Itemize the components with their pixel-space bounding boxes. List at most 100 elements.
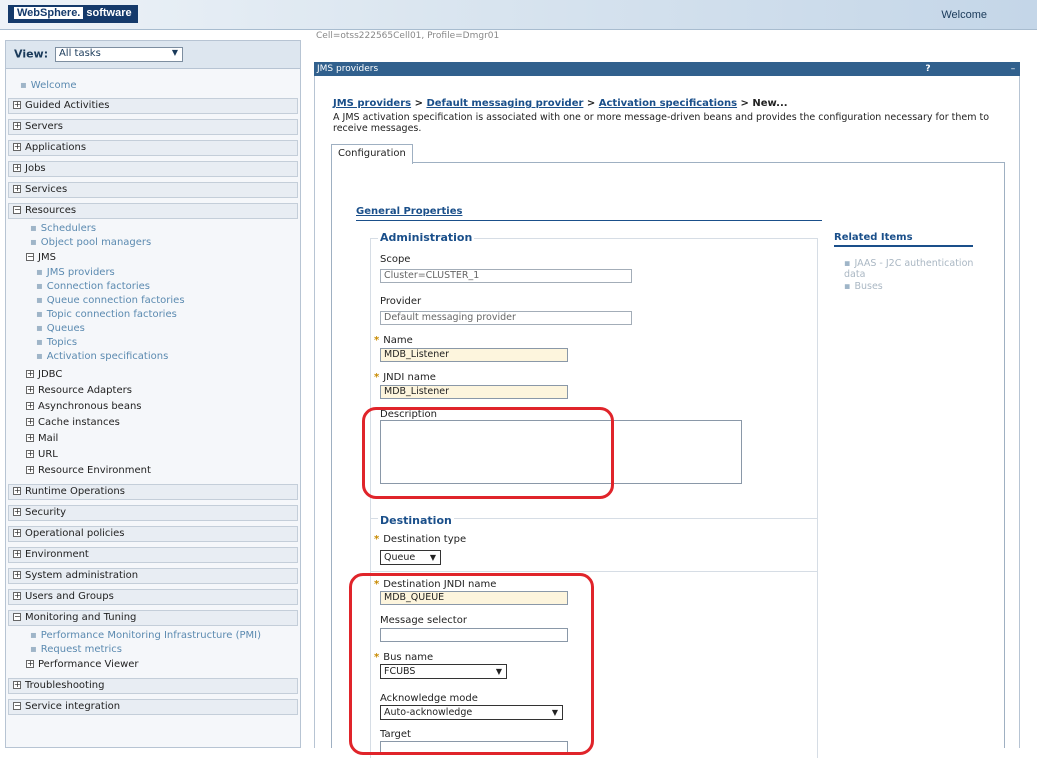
provider-field: Default messaging provider <box>380 311 632 325</box>
panel-title-bar: JMS providers ? – <box>314 62 1020 76</box>
breadcrumb-default-messaging-provider[interactable]: Default messaging provider <box>426 98 583 109</box>
expand-icon: + <box>13 570 21 579</box>
nav-group-monitoring[interactable]: − Monitoring and Tuning <box>8 610 298 626</box>
dropdown-arrow-icon: ▼ <box>495 667 502 676</box>
expand-icon: + <box>26 417 34 426</box>
bullet-icon: ▪ <box>36 309 43 320</box>
view-select-value: All tasks <box>58 48 101 59</box>
nav-group-troubleshooting[interactable]: + Troubleshooting <box>8 678 298 694</box>
related-item-jaas[interactable]: ▪ JAAS - J2C authentication data <box>844 258 974 280</box>
expand-icon: + <box>26 369 34 378</box>
view-select[interactable]: All tasks ▼ <box>54 47 183 62</box>
jndi-name-label: * JNDI name <box>374 372 436 383</box>
related-items-heading: Related Items <box>834 232 973 247</box>
description-textarea[interactable] <box>380 420 742 484</box>
scope-label: Scope <box>380 254 411 265</box>
bullet-icon: ▪ <box>30 630 37 641</box>
nav-group-security[interactable]: + Security <box>8 505 298 521</box>
collapse-icon: − <box>13 612 21 621</box>
nav-group-service-integration[interactable]: − Service integration <box>8 699 298 715</box>
breadcrumb-jms-providers[interactable]: JMS providers <box>333 98 411 109</box>
expand-icon: + <box>13 486 21 495</box>
scope-field: Cluster=CLUSTER_1 <box>380 269 632 283</box>
expand-icon: + <box>13 100 21 109</box>
bus-name-label: * Bus name <box>374 652 434 663</box>
minimize-icon[interactable]: – <box>1009 62 1017 76</box>
expand-icon: + <box>26 401 34 410</box>
nav-link-topic-connection-factories[interactable]: ▪ Topic connection factories <box>6 308 300 322</box>
nav-group-applications[interactable]: + Applications <box>8 140 298 156</box>
nav-link-queues[interactable]: ▪ Queues <box>6 322 300 336</box>
required-icon: * <box>374 372 380 383</box>
acknowledge-mode-select[interactable]: Auto-acknowledge ▼ <box>380 705 563 720</box>
nav-link-jms-providers[interactable]: ▪ JMS providers <box>6 266 300 280</box>
nav-link-object-pool-managers[interactable]: ▪ Object pool managers <box>18 236 300 250</box>
nav-link-schedulers[interactable]: ▪ Schedulers <box>18 222 300 236</box>
nav-link-topics[interactable]: ▪ Topics <box>6 336 300 350</box>
tab-configuration[interactable]: Configuration <box>331 144 413 164</box>
nav-link-connection-factories[interactable]: ▪ Connection factories <box>6 280 300 294</box>
jndi-name-input[interactable]: MDB_Listener <box>380 385 568 399</box>
nav-item-mail[interactable]: + Mail <box>6 431 300 447</box>
nav-item-url[interactable]: + URL <box>6 447 300 463</box>
bus-name-select[interactable]: FCUBS ▼ <box>380 664 507 679</box>
acknowledge-mode-value: Auto-acknowledge <box>384 707 473 718</box>
bullet-icon: ▪ <box>36 267 43 278</box>
nav-group-services[interactable]: + Services <box>8 182 298 198</box>
nav-link-performance-monitoring-infrastructure-pmi[interactable]: ▪ Performance Monitoring Infrastructure (… <box>18 629 300 643</box>
name-input[interactable]: MDB_Listener <box>380 348 568 362</box>
destination-jndi-label: * Destination JNDI name <box>374 579 497 590</box>
acknowledge-mode-label: Acknowledge mode <box>380 693 478 704</box>
bullet-icon: ▪ <box>20 80 27 91</box>
nav-item-jdbc[interactable]: + JDBC <box>6 367 300 383</box>
destination-type-label: * Destination type <box>374 534 467 545</box>
top-banner: WebSphere. software Welcome <box>0 0 1037 30</box>
nav-group-resources[interactable]: − Resources <box>8 203 298 219</box>
destination-type-select[interactable]: Queue ▼ <box>380 550 441 565</box>
nav-link-welcome[interactable]: ▪ Welcome <box>6 79 300 93</box>
nav-group-system-administration[interactable]: + System administration <box>8 568 298 584</box>
collapse-icon: − <box>13 205 21 214</box>
cell-info: Cell=otss222565Cell01, Profile=Dmgr01 <box>316 31 500 41</box>
nav-group-environment[interactable]: + Environment <box>8 547 298 563</box>
nav-link-activation-specifications[interactable]: ▪ Activation specifications <box>6 350 300 364</box>
nav-group-servers[interactable]: + Servers <box>8 119 298 135</box>
expand-icon: + <box>13 528 21 537</box>
description-label: Description <box>380 409 437 420</box>
expand-icon: + <box>26 659 34 668</box>
nav-item-performance-viewer[interactable]: + Performance Viewer <box>6 657 300 673</box>
dropdown-arrow-icon: ▼ <box>429 553 436 562</box>
required-icon: * <box>374 335 380 346</box>
expand-icon: + <box>13 680 21 689</box>
nav-item-resource-environment[interactable]: + Resource Environment <box>6 463 300 479</box>
nav-link-queue-connection-factories[interactable]: ▪ Queue connection factories <box>6 294 300 308</box>
nav-group-guided-activities[interactable]: + Guided Activities <box>8 98 298 114</box>
collapse-icon: − <box>13 701 21 710</box>
destination-jndi-input[interactable]: MDB_QUEUE <box>380 591 568 605</box>
nav-group-jobs[interactable]: + Jobs <box>8 161 298 177</box>
target-input[interactable] <box>380 741 568 755</box>
welcome-text: Welcome <box>941 9 987 21</box>
related-item-buses[interactable]: ▪ Buses <box>844 281 883 292</box>
breadcrumb: JMS providers > Default messaging provid… <box>333 98 788 109</box>
expand-icon: + <box>13 507 21 516</box>
breadcrumb-activation-specifications[interactable]: Activation specifications <box>599 98 737 109</box>
provider-label: Provider <box>380 296 422 307</box>
expand-icon: + <box>26 385 34 394</box>
nav-item-resource-adapters[interactable]: + Resource Adapters <box>6 383 300 399</box>
required-icon: * <box>374 652 380 663</box>
bullet-icon: ▪ <box>36 281 43 292</box>
nav-group-runtime-operations[interactable]: + Runtime Operations <box>8 484 298 500</box>
nav-item-asynchronous-beans[interactable]: + Asynchronous beans <box>6 399 300 415</box>
message-selector-label: Message selector <box>380 615 467 626</box>
help-icon[interactable]: ? <box>922 62 934 76</box>
nav-group-operational-policies[interactable]: + Operational policies <box>8 526 298 542</box>
nav-item-cache-instances[interactable]: + Cache instances <box>6 415 300 431</box>
websphere-logo: WebSphere. software <box>8 5 138 23</box>
message-selector-input[interactable] <box>380 628 568 642</box>
nav-item-jms[interactable]: − JMS <box>6 250 300 266</box>
nav-group-users-and-groups[interactable]: + Users and Groups <box>8 589 298 605</box>
expand-icon: + <box>26 449 34 458</box>
page-description: A JMS activation specification is associ… <box>333 112 990 134</box>
nav-link-request-metrics[interactable]: ▪ Request metrics <box>18 643 300 657</box>
